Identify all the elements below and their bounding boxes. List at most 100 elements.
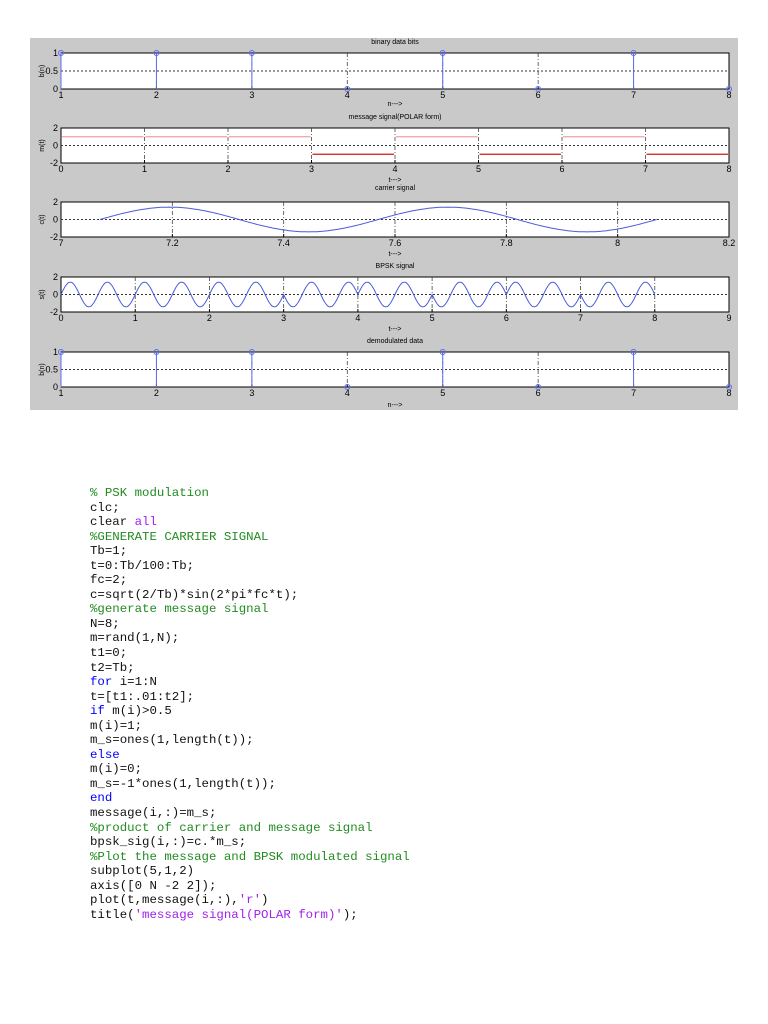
subplot-title: message signal(POLAR form) [349,114,442,121]
y-tick-label: 0.5 [45,365,58,375]
figure-canvas: 1 2 3 4 5 6 7 800.51binary data bitsn--->b(n)0 1… [39,39,735,409]
code-line: %GENERATE CARRIER SIGNAL [90,530,410,545]
x-tick-label: 8 [726,164,731,174]
x-axis-label: n---> [388,402,403,409]
x-tick-label: 2 [154,388,159,398]
x-tick-label: 6 [559,164,564,174]
code-token-plain: i=1:N [112,675,157,690]
x-axis-label: t---> [388,251,401,258]
code-line: N=8; [90,617,410,632]
y-axis-label: s(t) [39,289,46,299]
x-tick-label: 7.2 [166,238,179,248]
subplot-4: 0 1 2 3 4 5 6 7 8 9-202BPSK signalt--->s(t) [39,263,732,333]
code-line: bpsk_sig(i,:)=c.*m_s; [90,835,410,850]
code-token-plain: m(i)>0.5 [104,704,172,719]
y-tick-label: -2 [50,307,58,317]
subplot-title: BPSK signal [376,263,415,270]
code-line: message(i,:)=m_s; [90,806,410,821]
code-token-comment: %product of carrier and message signal [90,820,373,835]
code-line: %generate message signal [90,602,410,617]
code-token-plain: fc=2; [90,573,128,588]
code-line: m_s=ones(1,length(t)); [90,733,410,748]
y-tick-label: -2 [50,158,58,168]
code-line: clear all [90,515,410,530]
code-line: % PSK modulation [90,486,410,501]
y-tick-label: 0.5 [45,66,58,76]
code-line: subplot(5,1,2) [90,864,410,879]
code-token-keyword: for [90,675,113,690]
code-token-plain: m=rand(1,N); [90,631,180,646]
subplot-5: 1 2 3 4 5 6 7 800.51demodulated datan--->b(n) [39,338,732,409]
y-axis-label: b(n) [39,363,46,375]
code-token-keyword: if [90,704,105,719]
code-token-string: all [134,515,157,530]
code-line: %product of carrier and message signal [90,821,410,836]
x-tick-label: 1 [58,388,63,398]
code-line: c=sqrt(2/Tb)*sin(2*pi*fc*t); [90,588,410,603]
code-line: Tb=1; [90,544,410,559]
code-token-plain: t2=Tb; [90,660,135,675]
matlab-code-listing: % PSK modulation clc; clear all %GENERATE C… [90,486,410,922]
subplot-3: 7 7.2 7.4 7.6 7.8 8 8.2 -2 0 2 carrier signal t--->… [39,185,735,258]
code-token-plain: m(i)=1; [90,718,143,733]
code-line: if m(i)>0.5 [90,704,410,719]
y-tick-label: 0 [53,290,58,300]
y-tick-label: 0 [53,141,58,151]
x-axis-label: t---> [388,177,401,184]
code-token-comment: %generate message signal [90,602,269,617]
y-tick-label: 0 [53,84,58,94]
x-tick-label: 7 [643,164,648,174]
code-token-plain: axis([0 N -2 2]); [90,878,217,893]
code-token-keyword: else [90,747,120,762]
x-tick-label: 7 [631,90,636,100]
code-token-plain: t=[t1:.01:t2]; [90,689,195,704]
subplot-title: carrier signal [375,185,416,192]
x-tick-label: 1 [142,164,147,174]
code-line: m=rand(1,N); [90,631,410,646]
code-line: for i=1:N [90,675,410,690]
code-line: m_s=-1*ones(1,length(t)); [90,777,410,792]
code-token-comment: % PSK modulation [90,486,209,500]
x-tick-label: 9 [726,313,731,323]
code-line: else [90,748,410,763]
code-token-comment: %GENERATE CARRIER SIGNAL [90,529,269,544]
code-line: fc=2; [90,573,410,588]
x-tick-label: 2 [207,313,212,323]
code-token-string: 'r' [238,893,262,908]
x-tick-label: 7 [578,313,583,323]
x-tick-label: 5 [430,313,435,323]
code-line: m(i)=1; [90,719,410,734]
x-tick-label: 7.8 [500,238,513,248]
code-token-plain: t1=0; [90,646,128,661]
code-token-plain: title( [90,907,135,922]
y-tick-label: -2 [50,232,58,242]
x-tick-label: 3 [249,90,254,100]
code-line: t=[t1:.01:t2]; [90,690,410,705]
code-line: clc; [90,501,410,516]
y-axis-label: b(n) [39,65,46,77]
code-line: axis([0 N -2 2]); [90,879,410,894]
code-token-plain: ); [342,907,358,922]
code-token-plain: c=sqrt(2/Tb)*sin(2*pi*fc*t); [90,587,299,602]
code-token-comment: %Plot the message and BPSK modulated sig… [90,849,410,864]
code-token-string: 'message signal(POLAR form)' [134,907,343,922]
subplot-2: 0 1 2 3 4 5 6 7 8-202message signal(POLAR form)t… [39,114,732,184]
x-tick-label: 7 [58,238,63,248]
code-token-plain: m_s=-1*ones(1,length(t)); [90,776,276,791]
x-tick-label: 3 [309,164,314,174]
x-tick-label: 0 [58,313,63,323]
code-token-plain: clc; [90,500,120,515]
x-tick-label: 2 [225,164,230,174]
code-line: title('message signal(POLAR form)'); [90,908,410,923]
y-tick-label: 2 [53,123,58,133]
x-tick-label: 5 [476,164,481,174]
code-line: plot(t,message(i,:),'r') [90,893,410,908]
code-line: m(i)=0; [90,762,410,777]
code-line: t=0:Tb/100:Tb; [90,559,410,574]
x-axis-label: t---> [388,326,401,333]
x-tick-label: 5 [440,388,445,398]
code-line: end [90,791,410,806]
x-axis-label: n---> [388,101,403,108]
y-tick-label: 2 [53,197,58,207]
x-tick-label: 6 [504,313,509,323]
